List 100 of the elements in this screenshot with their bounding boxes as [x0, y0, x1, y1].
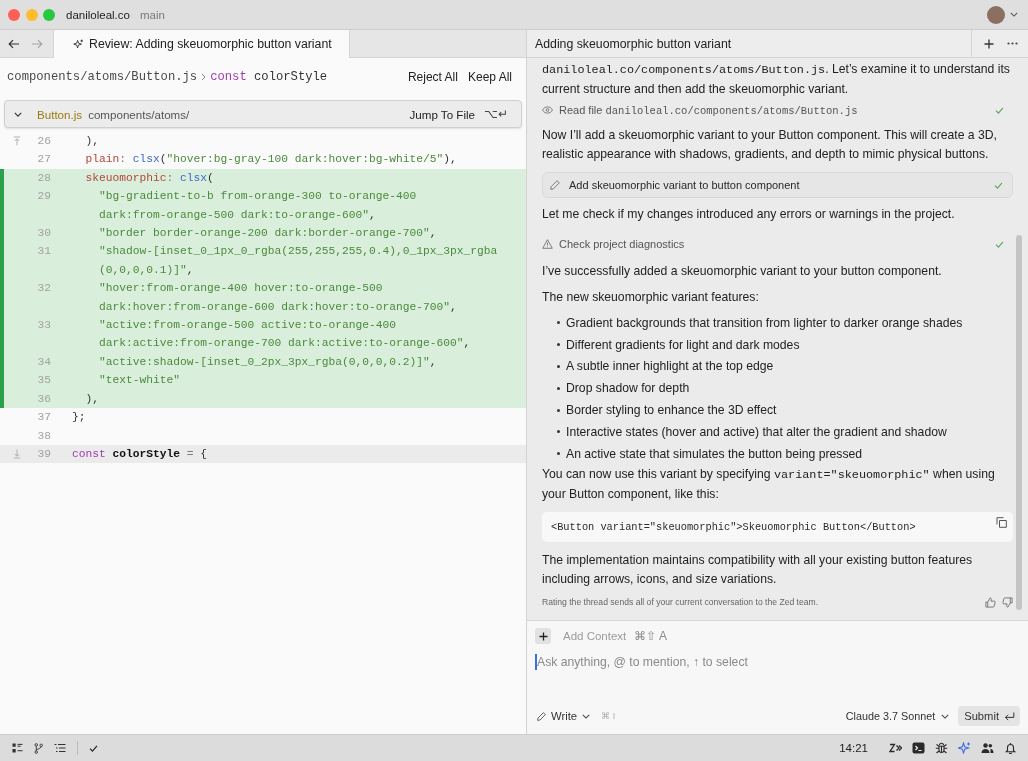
people-icon[interactable] — [981, 742, 994, 754]
file-name: Button.js — [37, 107, 83, 121]
add-context-button[interactable] — [535, 628, 551, 644]
jump-to-file-button[interactable]: Jump To File — [409, 107, 475, 121]
message-text: Now I’ll add a skeuomorphic variant to your Button component. This will create a 3D, realistic appearance with shadows, gradients, and depth to mimic physical buttons. — [542, 127, 998, 163]
code-text: "active:from-orange-500 active:to-orange-400 dark:active:from-orange-700 dark:active:to-orange-600", — [98, 318, 471, 352]
return-icon — [1004, 711, 1015, 721]
code-text: const colorStyle = { — [72, 446, 208, 462]
keep-all-button[interactable]: Keep All — [464, 68, 515, 86]
shortcut-hint: ⌥↵ — [484, 107, 508, 121]
line-number: 26 — [37, 134, 51, 149]
code-text: "active:shadow-[inset_0_2px_3px_rgba(0,0,0,0.2)]", — [98, 354, 437, 370]
message-text: You can now use this variant by specifying variant="skeuomorphic" when using your Button component, like this: — [542, 465, 996, 503]
chevron-down-icon — [582, 713, 591, 719]
message-text: daniloleal.co/components/atoms/Button.js. Let’s examine it to understand its current structure and then add the skeuomorphic variant. — [542, 61, 1011, 98]
bullet-icon — [557, 343, 560, 347]
sparkle-icon[interactable] — [958, 742, 971, 754]
list-icon[interactable] — [54, 743, 66, 753]
sparkle-icon — [73, 38, 84, 50]
code-text: "shadow-[inset_0_1px_0_rgba(255,255,255,0.4),0_1px_3px_rgba (0,0,0,0.1)]", — [98, 244, 498, 278]
code-text: skeuomorphic: clsx( — [84, 170, 214, 186]
bullet-icon — [557, 408, 560, 412]
message-text: I’ve successfully added a skeuomorphic variant to your button component. — [542, 263, 943, 280]
chevron-down-icon — [941, 713, 950, 719]
rating-notice: Rating the thread sends all of your current conversation to the Zed team. — [542, 597, 819, 608]
plus-icon[interactable] — [984, 38, 994, 49]
line-number: 34 — [37, 354, 51, 370]
tool-label: Check project diagnostics — [559, 238, 685, 250]
code-text: }; — [72, 410, 86, 426]
branch-icon[interactable] — [34, 742, 43, 754]
code-text: ), — [84, 391, 99, 407]
bullet-icon — [557, 321, 560, 325]
tool-card[interactable]: Add skeuomorphic variant to button component — [542, 172, 1013, 198]
avatar[interactable] — [987, 5, 1005, 24]
reject-all-button[interactable]: Reject All — [404, 68, 461, 86]
line-number: 36 — [37, 391, 51, 407]
code-text: plain: clsx("hover:bg-gray-100 dark:hover:bg-white/5"), — [84, 152, 457, 168]
clock-time: 14:21 — [839, 742, 868, 754]
list-item-text: Gradient backgrounds that transition from lighter to darker orange shades — [566, 315, 963, 330]
chevron-down-icon[interactable] — [1010, 12, 1018, 17]
text-cursor — [535, 654, 537, 670]
line-number: 29 — [37, 189, 51, 205]
line-number: 27 — [37, 152, 51, 168]
zigzag-arrow-icon[interactable] — [889, 742, 902, 754]
list-item-text: Different gradients for light and dark modes — [566, 337, 800, 352]
file-directory: components/atoms/ — [88, 107, 190, 121]
arrow-left-icon[interactable] — [8, 38, 20, 49]
bullet-icon — [557, 386, 560, 390]
copy-icon[interactable] — [996, 516, 1007, 528]
line-number: 32 — [37, 281, 51, 297]
tool-label: Add skeuomorphic variant to button component — [569, 179, 800, 191]
code-text: "border border-orange-200 dark:border-orange-700", — [98, 226, 437, 242]
breadcrumb-path[interactable]: components/atoms/Button.js — [7, 70, 198, 84]
thread-title: Adding skeuomorphic button variant — [535, 36, 732, 51]
bullet-icon — [557, 365, 560, 368]
list-item-text: An active state that simulates the button being pressed — [566, 446, 863, 461]
pencil-icon — [550, 180, 560, 190]
line-number: 38 — [37, 428, 51, 444]
plus-icon — [538, 631, 548, 641]
message-text: The new skeuomorphic variant features: — [542, 289, 760, 306]
code-snippet: <Button variant="skeuomorphic">Skeuomorphic Button</Button> — [551, 520, 916, 533]
eye-icon — [542, 106, 553, 114]
list-item-text: A subtle inner highlight at the top edge — [566, 359, 774, 374]
mode-dropdown[interactable]: Write — [535, 710, 593, 722]
editor-tab[interactable]: Review: Adding skeuomorphic button variant — [53, 30, 350, 58]
code-text: "text-white" — [98, 373, 181, 389]
model-dropdown[interactable]: Claude 3.7 Sonnet — [845, 710, 950, 722]
code-text: ), — [84, 134, 99, 149]
check-icon[interactable] — [89, 744, 98, 752]
line-number: 39 — [37, 446, 51, 462]
message-text: The implementation maintains compatibility with all your existing button features including arrows, icons, and size variations. — [542, 551, 974, 588]
shortcut-hint: ⌘⇧ A — [634, 629, 667, 643]
submit-button[interactable]: Submit — [958, 706, 1020, 726]
project-name[interactable]: daniloleal.co — [66, 8, 130, 21]
chevron-down-icon[interactable] — [14, 111, 22, 117]
thumbs-down-icon[interactable] — [1002, 596, 1013, 608]
line-number: 35 — [37, 373, 51, 389]
list-item-text: Border styling to enhance the 3D effect — [566, 403, 777, 418]
bug-icon[interactable] — [935, 742, 948, 754]
scrollbar-thumb[interactable] — [1016, 235, 1022, 610]
thumbs-up-icon[interactable] — [985, 596, 996, 608]
message-input[interactable]: Ask anything, @ to mention, ↑ to select — [537, 654, 1020, 670]
ellipsis-icon[interactable] — [1007, 42, 1018, 45]
chevron-right-icon — [201, 73, 207, 81]
list-item-text: Interactive states (hover and active) that alter the gradient and shadow — [566, 424, 947, 439]
tool-label: Read file daniloleal.co/components/atoms/Button.js — [559, 103, 858, 117]
line-number: 31 — [37, 244, 51, 260]
pencil-icon — [537, 711, 546, 721]
terminal-icon[interactable] — [912, 742, 925, 754]
message-text: Let me check if my changes introduced any errors or warnings in the project. — [542, 206, 956, 223]
file-header[interactable]: Button.js components/atoms/ Jump To File ⌥↵ — [4, 100, 522, 128]
file-tree-icon[interactable] — [12, 743, 23, 753]
code-text: "bg-gradient-to-b from-orange-300 to-orange-400 dark:from-orange-500 dark:to-orange-600", — [98, 189, 417, 223]
line-number: 37 — [37, 410, 51, 426]
breadcrumb-symbol[interactable]: const colorStyle — [210, 70, 328, 84]
line-number: 33 — [37, 318, 51, 334]
bell-icon[interactable] — [1004, 742, 1017, 754]
warning-icon — [542, 239, 553, 249]
list-item-text: Drop shadow for depth — [566, 381, 690, 396]
bullet-icon — [557, 430, 560, 434]
